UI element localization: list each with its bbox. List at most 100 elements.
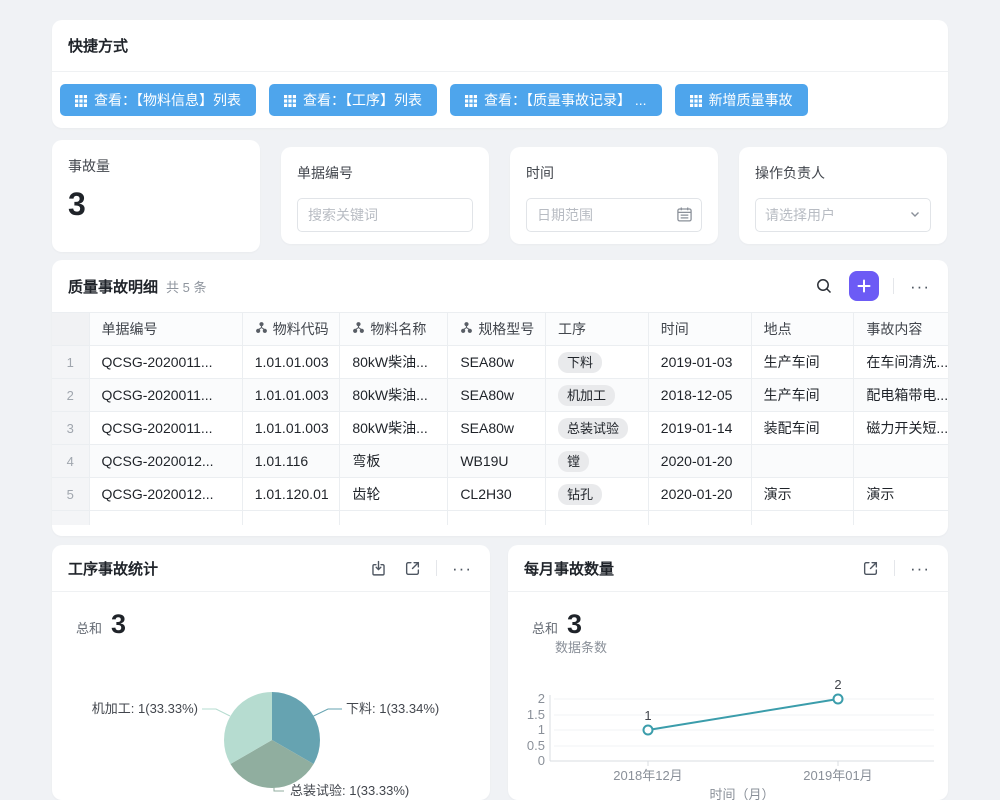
- column-header-content: 事故内容: [854, 313, 948, 346]
- x-axis-label: 时间（月）: [709, 787, 774, 800]
- shortcut-view-material-list-button[interactable]: 查看：【物料信息】列表: [60, 84, 256, 116]
- table-empty-row: [52, 511, 948, 525]
- doc-number-search-input[interactable]: [297, 198, 473, 232]
- shortcut-button-label: 查看：【物料信息】列表: [94, 90, 241, 110]
- incident-detail-card: 质量事故明细 共 5 条 ··· 单据编号 物料代码 物料名称: [52, 260, 948, 536]
- pie-label-jijiagong: 机加工: 1(33.33%): [92, 701, 198, 716]
- process-pie-chart: 下料: 1(33.34%) 总装试验: 1(33.33%) 机加工: 1(33.…: [52, 645, 490, 800]
- incident-table: 单据编号 物料代码 物料名称 规格型号 工序 时间 地点 事故内容 操作负责人 …: [52, 312, 948, 525]
- total-label: 总和: [76, 618, 102, 637]
- relation-icon: [352, 321, 365, 337]
- y-tick: 1.5: [527, 707, 545, 722]
- total-value: 3: [567, 609, 582, 640]
- process-tag: 总装试验: [558, 418, 628, 439]
- x-tick: 2018年12月: [613, 768, 682, 783]
- x-tick: 2019年01月: [803, 768, 872, 783]
- operator-filter-card: 操作负责人 请选择用户: [739, 147, 947, 244]
- data-point-label: 2: [834, 677, 841, 692]
- table-row[interactable]: 5 QCSG-2020012... 1.01.120.01 齿轮 CL2H30 …: [52, 478, 948, 511]
- chevron-down-icon: [909, 207, 921, 223]
- divider: [894, 560, 895, 576]
- time-filter-card: 时间: [510, 147, 718, 244]
- table-row[interactable]: 3 QCSG-2020011... 1.01.01.003 80kW柴油... …: [52, 412, 948, 445]
- pie-callout-line: [314, 709, 342, 716]
- incident-count-card: 事故量 3: [52, 140, 260, 252]
- incident-count-value: 3: [68, 188, 244, 220]
- process-stats-header: 工序事故统计 ···: [52, 545, 490, 592]
- monthly-count-card: 每月事故数量 ··· 总和 3 数据条数 2 1.5 1 0.5 0 1 2 2…: [508, 545, 948, 800]
- relation-icon: [255, 321, 268, 337]
- table-search-button[interactable]: [813, 275, 835, 297]
- monthly-count-header: 每月事故数量 ···: [508, 545, 948, 592]
- table-row[interactable]: 1 QCSG-2020011... 1.01.01.003 80kW柴油... …: [52, 346, 948, 379]
- y-tick: 1: [538, 722, 545, 737]
- operator-label: 操作负责人: [755, 163, 931, 183]
- shortcut-button-label: 新增质量事故: [709, 90, 793, 110]
- shortcuts-card: 快捷方式 查看：【物料信息】列表 查看：【工序】列表 查看：【质量事故记录】 .…: [52, 20, 948, 128]
- open-in-new-icon[interactable]: [860, 558, 881, 579]
- table-more-button[interactable]: ···: [908, 276, 932, 297]
- process-tag: 镗: [558, 451, 589, 472]
- total-label: 总和: [532, 618, 558, 637]
- monthly-count-summary: 总和 3: [508, 592, 948, 640]
- row-number-header: [52, 313, 89, 346]
- doc-number-label: 单据编号: [297, 163, 473, 183]
- column-header-time: 时间: [648, 313, 751, 346]
- table-row[interactable]: 4 QCSG-2020012... 1.01.116 弯板 WB19U 镗 20…: [52, 445, 948, 478]
- column-header-material-code: 物料代码: [242, 313, 340, 346]
- shortcut-add-incident-button[interactable]: 新增质量事故: [675, 84, 808, 116]
- data-point-label: 1: [644, 708, 651, 723]
- incident-detail-count: 共 5 条: [166, 277, 206, 296]
- shortcut-view-incident-records-button[interactable]: 查看：【质量事故记录】 ...: [450, 84, 662, 116]
- pie-label-xialiao: 下料: 1(33.34%): [346, 701, 439, 716]
- process-tag: 下料: [558, 352, 602, 373]
- column-header-spec: 规格型号: [448, 313, 546, 346]
- chart-more-button[interactable]: ···: [908, 558, 932, 579]
- column-header-doc: 单据编号: [89, 313, 242, 346]
- data-point[interactable]: [644, 726, 653, 735]
- download-icon[interactable]: [368, 558, 389, 579]
- pie-label-zongzhuang: 总装试验: 1(33.33%): [290, 783, 409, 798]
- column-header-process: 工序: [545, 313, 648, 346]
- grid-icon: [75, 94, 87, 106]
- filter-row: 事故量 3 单据编号 时间 操作负责人 请选择用户: [52, 140, 948, 252]
- calendar-icon: [676, 206, 693, 223]
- operator-select[interactable]: 请选择用户: [755, 198, 931, 232]
- y-tick: 0.5: [527, 738, 545, 753]
- shortcuts-header: 快捷方式: [52, 20, 948, 72]
- y-tick: 0: [538, 753, 545, 768]
- incident-detail-header: 质量事故明细 共 5 条 ···: [52, 260, 948, 312]
- relation-icon: [460, 321, 473, 337]
- divider: [436, 560, 437, 576]
- grid-icon: [465, 94, 477, 106]
- table-add-button[interactable]: [849, 271, 879, 301]
- grid-icon: [690, 94, 702, 106]
- shortcuts-buttons: 查看：【物料信息】列表 查看：【工序】列表 查看：【质量事故记录】 ... 新增…: [52, 72, 948, 128]
- pie-callout-line: [202, 709, 230, 716]
- monthly-line-chart: 数据条数 2 1.5 1 0.5 0 1 2 2018年12月 2019年01月…: [508, 640, 948, 800]
- divider: [893, 278, 894, 294]
- data-point[interactable]: [834, 695, 843, 704]
- shortcut-view-process-list-button[interactable]: 查看：【工序】列表: [269, 84, 437, 116]
- incident-detail-title: 质量事故明细: [68, 276, 158, 297]
- doc-number-filter-card: 单据编号: [281, 147, 489, 244]
- open-in-new-icon[interactable]: [402, 558, 423, 579]
- time-label: 时间: [526, 163, 702, 183]
- operator-select-placeholder: 请选择用户: [765, 205, 835, 225]
- process-tag: 钻孔: [558, 484, 602, 505]
- monthly-count-title: 每月事故数量: [524, 558, 614, 579]
- shortcuts-title: 快捷方式: [68, 35, 128, 56]
- grid-icon: [284, 94, 296, 106]
- chart-more-button[interactable]: ···: [450, 558, 474, 579]
- process-stats-card: 工序事故统计 ··· 总和 3 下料: 1(33.34%) 总装试验: 1(33…: [52, 545, 490, 800]
- table-row[interactable]: 2 QCSG-2020011... 1.01.01.003 80kW柴油... …: [52, 379, 948, 412]
- y-tick: 2: [538, 691, 545, 706]
- process-stats-title: 工序事故统计: [68, 558, 158, 579]
- process-stats-summary: 总和 3: [52, 592, 490, 640]
- process-tag: 机加工: [558, 385, 615, 406]
- y-axis-label: 数据条数: [555, 640, 607, 655]
- incident-count-label: 事故量: [68, 156, 244, 176]
- column-header-place: 地点: [751, 313, 854, 346]
- total-value: 3: [111, 609, 126, 640]
- table-header-row: 单据编号 物料代码 物料名称 规格型号 工序 时间 地点 事故内容 操作负责人: [52, 313, 948, 346]
